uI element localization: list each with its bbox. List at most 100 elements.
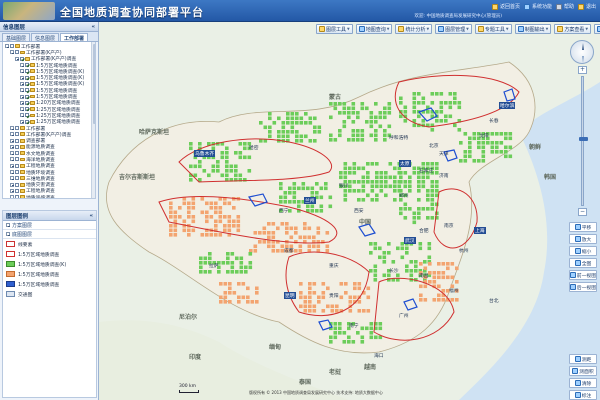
- tree-item[interactable]: 地质遥感调查: [5, 194, 93, 198]
- expand-icon[interactable]: [20, 94, 24, 99]
- scroll-thumb[interactable]: [92, 44, 95, 124]
- expand-icon[interactable]: [20, 81, 24, 86]
- expand-icon[interactable]: [5, 44, 9, 49]
- collapse-icon[interactable]: «: [89, 213, 93, 219]
- toolbar-button[interactable]: 图层管理 ▼: [435, 24, 472, 34]
- layer-checkbox[interactable]: [15, 188, 19, 193]
- legend-label: 1:5万区域地质调查: [18, 282, 60, 288]
- survey-tile: [441, 271, 446, 275]
- expand-icon[interactable]: [6, 223, 10, 227]
- layer-checkbox[interactable]: [25, 88, 29, 93]
- layer-checkbox[interactable]: [25, 69, 29, 74]
- expand-icon[interactable]: [20, 75, 24, 80]
- layer-checkbox[interactable]: [15, 138, 19, 143]
- expand-icon[interactable]: [10, 182, 14, 187]
- expand-icon[interactable]: [20, 63, 24, 68]
- expand-icon[interactable]: [10, 50, 14, 55]
- layer-checkbox[interactable]: [25, 81, 29, 86]
- survey-tile: [387, 124, 392, 129]
- expand-icon[interactable]: [20, 100, 24, 105]
- tab-info-layers[interactable]: 信息图层: [31, 33, 60, 42]
- expand-icon[interactable]: [6, 232, 10, 236]
- layer-checkbox[interactable]: [25, 113, 29, 118]
- expand-icon[interactable]: [20, 88, 24, 93]
- toolbar-button[interactable]: 个人设置▼: [594, 24, 600, 34]
- layer-checkbox[interactable]: [25, 119, 29, 124]
- legend-base[interactable]: 底图图层: [3, 230, 96, 239]
- survey-tile: [360, 106, 365, 111]
- layer-checkbox[interactable]: [25, 94, 29, 99]
- toolbar-button[interactable]: 制图输出 ▼: [514, 24, 552, 34]
- legend-swatch: [6, 251, 15, 257]
- expand-icon[interactable]: [10, 138, 14, 143]
- collapse-icon[interactable]: «: [91, 24, 95, 30]
- expand-icon[interactable]: [10, 195, 14, 198]
- expand-icon[interactable]: [20, 113, 24, 118]
- map-tool-button[interactable]: 全图: [569, 258, 597, 268]
- home-link[interactable]: 返回首页: [491, 3, 520, 10]
- survey-tile: [343, 193, 348, 198]
- folder-icon: [20, 151, 25, 156]
- map-view[interactable]: 乌鲁木齐 哈密 呼和浩特 北京 天津 太原 石家庄 济南 郑州 西安 兰州 西宁 银川 成都 重庆 武汉 长沙南…: [99, 22, 600, 400]
- layer-checkbox[interactable]: [25, 63, 29, 68]
- layer-checkbox[interactable]: [15, 151, 19, 156]
- expand-icon[interactable]: [10, 188, 14, 193]
- layer-checkbox[interactable]: [10, 44, 14, 49]
- map-tool-button[interactable]: 后一视图: [569, 282, 597, 292]
- expand-icon[interactable]: [10, 126, 14, 130]
- toolbar-button[interactable]: 地图查询 ▼: [355, 24, 393, 34]
- legend-scheme[interactable]: 方案图层: [3, 221, 96, 230]
- expand-icon[interactable]: [10, 157, 14, 162]
- help-link[interactable]: 帮助: [555, 3, 574, 10]
- layer-checkbox[interactable]: [15, 195, 19, 198]
- layer-checkbox[interactable]: [15, 126, 19, 130]
- layer-checkbox[interactable]: [15, 157, 19, 162]
- layer-checkbox[interactable]: [25, 100, 29, 105]
- toolbar-button[interactable]: 统计分析 ▼: [395, 24, 433, 34]
- expand-icon[interactable]: [10, 163, 14, 168]
- map-tool-button[interactable]: 标注: [569, 390, 597, 400]
- zoom-in-button[interactable]: +: [578, 66, 587, 74]
- zoom-slider-knob[interactable]: [579, 137, 588, 141]
- layer-checkbox[interactable]: [15, 163, 19, 168]
- layer-checkbox[interactable]: [25, 107, 29, 112]
- toolbar-button[interactable]: 专题工具 ▼: [474, 24, 512, 34]
- zoom-slider[interactable]: [579, 76, 588, 206]
- expand-icon[interactable]: [20, 69, 24, 74]
- layer-checkbox[interactable]: [15, 170, 19, 175]
- layer-checkbox[interactable]: [15, 176, 19, 181]
- expand-icon[interactable]: [20, 107, 24, 112]
- expand-icon[interactable]: [10, 144, 14, 149]
- logout-link[interactable]: 退出: [577, 3, 596, 10]
- map-tool-button[interactable]: 测距: [569, 354, 597, 364]
- survey-tile: [428, 271, 432, 275]
- layer-checkbox[interactable]: [15, 182, 19, 187]
- expand-icon[interactable]: [15, 56, 19, 61]
- expand-icon[interactable]: [10, 170, 14, 175]
- expand-icon[interactable]: [20, 119, 24, 124]
- toolbar-button[interactable]: 图层工具 ▼: [316, 24, 353, 34]
- expand-icon[interactable]: [10, 176, 14, 181]
- map-tool-button[interactable]: 放大: [569, 234, 597, 244]
- layer-checkbox[interactable]: [15, 132, 19, 137]
- layer-checkbox[interactable]: [15, 144, 19, 149]
- tree-scrollbar[interactable]: [91, 42, 95, 198]
- layer-checkbox[interactable]: [20, 56, 24, 61]
- layer-checkbox[interactable]: [15, 50, 19, 55]
- system-link[interactable]: 系统功能: [523, 3, 552, 10]
- map-tool-button[interactable]: 前一视图: [569, 270, 597, 280]
- legend-label: 线要素: [18, 242, 33, 248]
- tab-work-deploy[interactable]: 工作部署: [60, 33, 89, 42]
- compass-icon[interactable]: [570, 40, 594, 64]
- map-tool-button[interactable]: 平移: [569, 222, 597, 232]
- zoom-out-button[interactable]: −: [578, 208, 587, 216]
- map-canvas[interactable]: [99, 22, 600, 400]
- map-tool-button[interactable]: 缩小: [569, 246, 597, 256]
- toolbar-button[interactable]: 方案查看 ▼: [554, 24, 592, 34]
- expand-icon[interactable]: [10, 132, 14, 137]
- map-tool-button[interactable]: 清除: [569, 378, 597, 388]
- expand-icon[interactable]: [10, 151, 14, 156]
- map-tool-button[interactable]: 测面积: [569, 366, 597, 376]
- tab-base-layers[interactable]: 基础图层: [2, 33, 31, 42]
- layer-checkbox[interactable]: [25, 75, 29, 80]
